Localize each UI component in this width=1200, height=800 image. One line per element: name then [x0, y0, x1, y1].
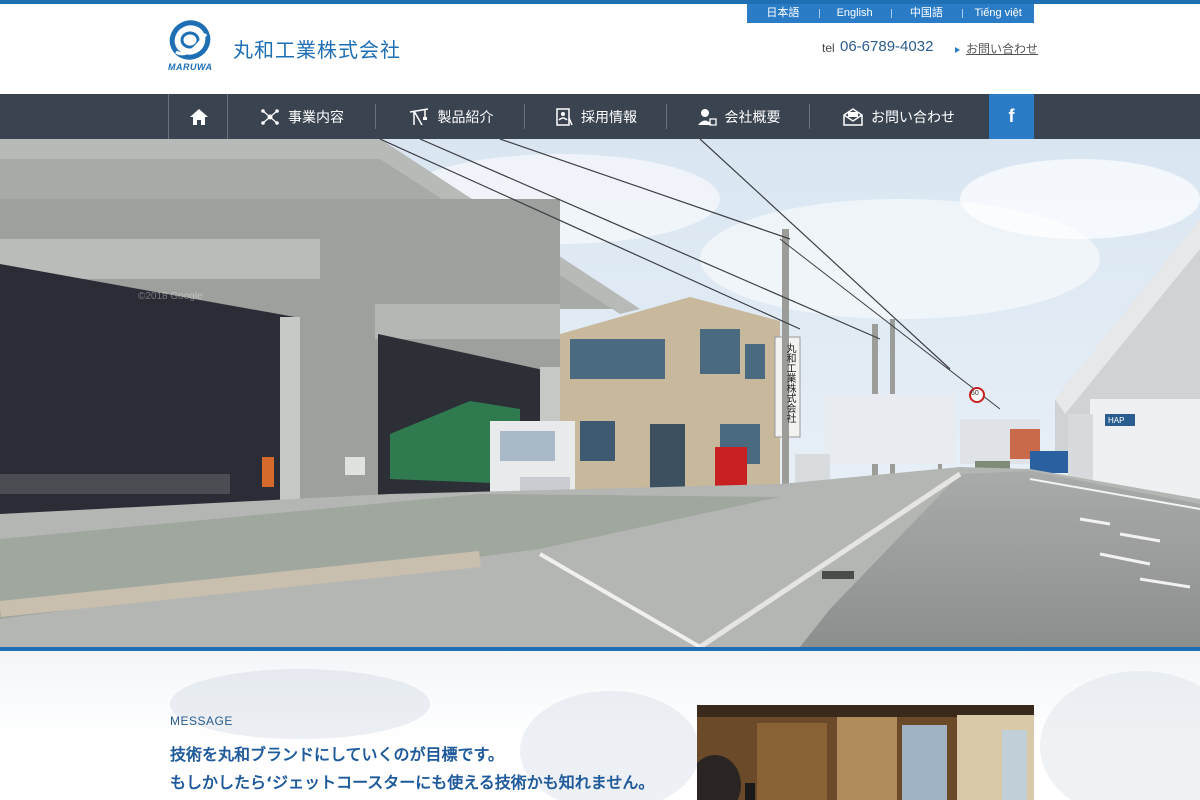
hero-watermark: ©2018 Google: [138, 291, 203, 302]
network-icon: [261, 108, 279, 125]
main-nav-inner: 事業内容 製品紹介 採用情報 会社概要 お問い合わせ f: [168, 94, 1034, 139]
nav-products[interactable]: 製品紹介: [376, 94, 525, 139]
nav-home[interactable]: [168, 94, 228, 139]
mail-icon: [843, 107, 863, 126]
hero-speed-sign: 60: [971, 390, 979, 397]
nav-business-label: 事業内容: [288, 109, 344, 126]
header-contact-link[interactable]: お問い合わせ: [955, 40, 1038, 57]
recruit-icon: [556, 107, 573, 126]
lang-vietnamese[interactable]: Tiếng việt: [962, 4, 1034, 23]
header-contact-label: お問い合わせ: [966, 42, 1039, 56]
logo-wordmark: MARUWA: [168, 62, 213, 72]
main-nav: 事業内容 製品紹介 採用情報 会社概要 お問い合わせ f: [0, 94, 1200, 139]
language-bar: 日本語 English 中国語 Tiếng việt: [747, 4, 1034, 23]
nav-recruit-label: 採用情報: [581, 109, 637, 126]
nav-products-label: 製品紹介: [437, 109, 494, 126]
message-heading-line1: 技術を丸和ブランドにしていくのが目標です。: [170, 745, 504, 764]
lang-english[interactable]: English: [818, 4, 891, 23]
nav-company-label: 会社概要: [724, 109, 781, 126]
crane-icon: [409, 107, 428, 125]
nav-recruit[interactable]: 採用情報: [525, 94, 667, 139]
facebook-button[interactable]: f: [989, 94, 1034, 139]
lang-chinese[interactable]: 中国語: [890, 4, 963, 23]
tel-number[interactable]: 06-6789-4032: [840, 38, 933, 55]
message-heading-line2: もしかしたら‘ジェットコースターにも使える技術かも知れません。: [170, 773, 655, 792]
triangle-arrow-icon: [955, 46, 960, 53]
company-icon: [697, 108, 717, 126]
hero-truck-brand: HAP: [1108, 416, 1125, 425]
message-photo: [697, 705, 1034, 800]
home-icon: [189, 108, 208, 125]
message-label: MESSAGE: [170, 714, 233, 728]
company-name[interactable]: 丸和工業株式会社: [233, 34, 401, 63]
hero-image: ©2018 Google 丸和工業株式会社 60 HAP: [0, 139, 1200, 647]
hero-building-sign: 丸和工業株式会社: [784, 343, 795, 423]
lang-japanese[interactable]: 日本語: [747, 4, 819, 23]
tel-label: tel: [822, 41, 835, 55]
nav-company[interactable]: 会社概要: [667, 94, 810, 139]
hero-street-scene: [0, 139, 1200, 647]
nav-contact-label: お問い合わせ: [871, 109, 955, 126]
nav-business[interactable]: 事業内容: [228, 94, 376, 139]
facebook-icon: f: [1008, 106, 1015, 126]
nav-contact[interactable]: お問い合わせ: [810, 94, 988, 139]
